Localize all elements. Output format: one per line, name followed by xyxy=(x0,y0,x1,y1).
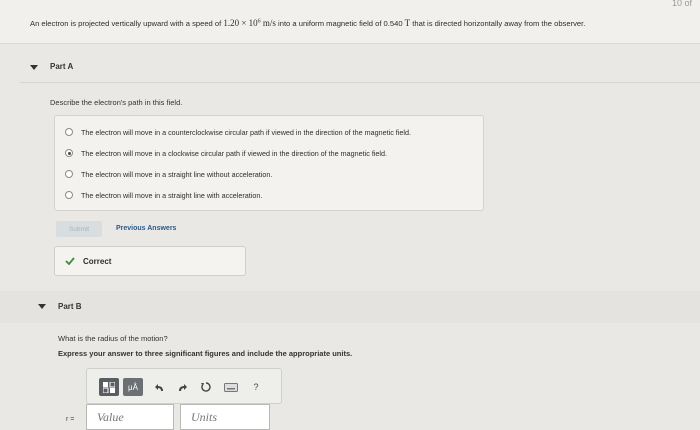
value-input[interactable] xyxy=(86,404,174,430)
speed-value: 1.20 × 10 xyxy=(223,18,258,28)
page-counter: 10 of xyxy=(671,0,692,8)
option-label: The electron will move in a counterclock… xyxy=(81,127,411,137)
variable-label: r = xyxy=(66,416,75,423)
part-a-title: Part A xyxy=(50,62,74,71)
feedback-text: Correct xyxy=(83,257,112,266)
units-button[interactable]: μÅ xyxy=(123,378,143,396)
template-icon[interactable] xyxy=(99,378,119,396)
submit-button[interactable]: Submit xyxy=(56,221,102,237)
part-a-prompt: Describe the electron's path in this fie… xyxy=(50,98,183,107)
option-counterclockwise[interactable]: The electron will move in a counterclock… xyxy=(65,125,475,139)
problem-text-before: An electron is projected vertically upwa… xyxy=(30,19,224,28)
radio-button[interactable] xyxy=(65,170,73,178)
radio-button-selected[interactable] xyxy=(65,149,73,157)
keyboard-icon[interactable] xyxy=(223,378,239,396)
option-straight-no-accel[interactable]: The electron will move in a straight lin… xyxy=(65,167,475,181)
option-label: The electron will move in a straight lin… xyxy=(81,190,263,200)
option-label: The electron will move in a clockwise ci… xyxy=(81,148,388,158)
problem-statement: An electron is projected vertically upwa… xyxy=(30,18,585,28)
help-icon[interactable]: ? xyxy=(249,378,263,396)
chevron-down-icon[interactable] xyxy=(38,304,46,309)
units-input[interactable] xyxy=(180,404,270,430)
part-b-header[interactable]: Part B xyxy=(0,291,700,323)
part-b-instruction: Express your answer to three significant… xyxy=(58,349,353,358)
option-label: The electron will move in a straight lin… xyxy=(81,169,273,179)
reset-icon[interactable] xyxy=(199,378,213,396)
feedback-box: Correct xyxy=(54,246,246,276)
previous-answers-link[interactable]: Previous Answers xyxy=(116,225,176,232)
option-straight-accel[interactable]: The electron will move in a straight lin… xyxy=(65,188,475,202)
undo-icon[interactable] xyxy=(153,378,167,396)
part-a-divider xyxy=(20,82,700,83)
radio-button[interactable] xyxy=(65,128,73,136)
part-b-question: What is the radius of the motion? xyxy=(58,334,168,343)
chevron-down-icon[interactable] xyxy=(30,65,38,70)
speed-unit: m/s xyxy=(260,18,276,28)
problem-text-after: that is directed horizontally away from … xyxy=(410,19,586,28)
problem-statement-bar: An electron is projected vertically upwa… xyxy=(0,0,700,44)
problem-text-middle: into a uniform magnetic field of 0.540 xyxy=(275,19,405,28)
math-toolbar: μÅ ? xyxy=(86,368,282,404)
redo-icon[interactable] xyxy=(175,378,189,396)
part-b-title: Part B xyxy=(58,302,82,311)
answer-options: The electron will move in a counterclock… xyxy=(54,115,484,211)
option-clockwise[interactable]: The electron will move in a clockwise ci… xyxy=(65,146,475,160)
checkmark-icon xyxy=(65,257,75,265)
part-a-header[interactable]: Part A xyxy=(0,56,700,84)
radio-button[interactable] xyxy=(65,191,73,199)
